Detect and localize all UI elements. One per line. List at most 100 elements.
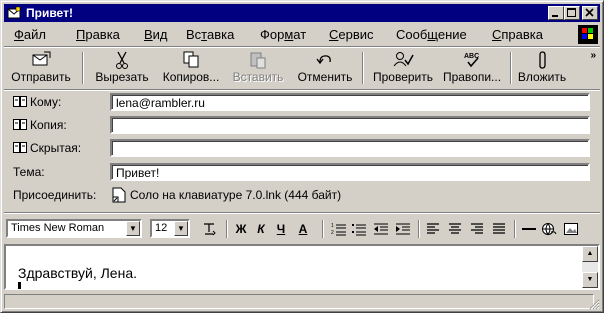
check-names-icon [393, 52, 414, 67]
attachment-list[interactable]: Соло на клавиатуре 7.0.lnk (444 байт) [110, 186, 590, 204]
menu-view[interactable]: Вид [144, 27, 168, 42]
underline-button[interactable]: Ч [272, 221, 290, 237]
attach-row: Присоединить: Соло на клавиатуре 7.0.lnk… [4, 184, 600, 206]
main-toolbar: Отправить Вырезать Копиров... Вставить О… [4, 48, 600, 88]
menu-insert[interactable]: Вставка [186, 27, 234, 42]
to-label[interactable]: Кому: [13, 95, 61, 109]
scroll-up-button[interactable]: ▲ [582, 246, 598, 262]
bold-button[interactable]: Ж [232, 221, 250, 237]
bcc-row: Скрытая: [4, 137, 600, 159]
menu-help[interactable]: Справка [492, 27, 543, 42]
message-text[interactable]: Здравствуй, Лена. [18, 265, 137, 281]
attach-label: Присоединить: [13, 188, 97, 202]
title-bar[interactable]: Привет! [4, 4, 600, 22]
maximize-icon [567, 8, 576, 17]
undo-icon [316, 55, 331, 65]
copy-button[interactable]: Копиров... [158, 48, 224, 88]
style-button[interactable] [200, 221, 218, 237]
format-separator [514, 220, 516, 238]
font-family-select[interactable]: Times New Roman ▼ [6, 219, 142, 238]
justify-button[interactable] [490, 221, 508, 237]
fields-separator [4, 212, 600, 214]
send-button[interactable]: Отправить [8, 48, 74, 88]
copy-icon [183, 51, 199, 68]
italic-button[interactable]: К [252, 221, 270, 237]
subject-label: Тема: [13, 165, 45, 179]
menu-message[interactable]: Сообщение [396, 27, 467, 42]
indent-icon [396, 223, 410, 235]
attachment-name: Соло на клавиатуре 7.0.lnk (444 байт) [130, 188, 342, 202]
horizontal-line-button[interactable] [520, 221, 538, 237]
chevron-down-icon[interactable]: ▼ [174, 221, 188, 236]
menu-format[interactable]: Формат [260, 27, 306, 42]
send-icon [32, 51, 51, 66]
toolbar-overflow-icon[interactable]: » [590, 50, 596, 61]
spelling-icon: ABC [464, 53, 479, 68]
cc-label[interactable]: Копия: [13, 118, 67, 132]
insert-image-button[interactable] [562, 221, 580, 237]
window-title: Привет! [26, 6, 73, 20]
status-text [4, 294, 594, 309]
numbered-list-icon: 12 [331, 223, 346, 236]
minimize-icon [552, 15, 558, 17]
paste-button[interactable]: Вставить [226, 48, 290, 88]
bullet-list-icon [352, 224, 366, 236]
align-center-button[interactable] [446, 221, 464, 237]
decrease-indent-button[interactable] [372, 221, 390, 237]
menu-tools[interactable]: Сервис [329, 27, 374, 42]
picture-icon [564, 223, 578, 235]
message-body[interactable]: Здравствуй, Лена. ▲ ▼ [4, 244, 600, 290]
maximize-button[interactable] [564, 6, 580, 20]
vertical-scrollbar[interactable]: ▲ ▼ [582, 246, 598, 288]
close-icon [585, 8, 594, 17]
windows-logo-icon [578, 25, 598, 44]
paste-icon [250, 52, 266, 69]
menu-file[interactable]: Файл [14, 27, 46, 42]
increase-indent-button[interactable] [394, 221, 412, 237]
address-book-icon [13, 119, 27, 130]
align-left-button[interactable] [424, 221, 442, 237]
font-color-button[interactable]: А [294, 221, 312, 237]
cc-field[interactable] [110, 116, 590, 134]
envelope-icon [7, 6, 21, 19]
to-field[interactable]: lena@rambler.ru [110, 93, 590, 111]
horizontal-line-icon [522, 228, 536, 230]
format-separator [322, 220, 324, 238]
spelling-button[interactable]: ABC Правопи... [438, 48, 506, 88]
scroll-down-button[interactable]: ▼ [582, 272, 598, 288]
address-book-icon [13, 96, 27, 107]
shortcut-file-icon [112, 187, 126, 203]
font-size-select[interactable]: 12 ▼ [150, 219, 190, 238]
insert-link-button[interactable] [540, 221, 558, 237]
align-left-icon [427, 223, 439, 234]
outdent-icon [374, 223, 388, 235]
text-cursor [18, 282, 21, 289]
attach-button[interactable]: Вложить [514, 48, 570, 88]
paragraph-style-icon [204, 223, 216, 236]
mail-window: Привет! Файл Правка Вид Вставка Формат С… [0, 0, 604, 313]
paperclip-icon [539, 51, 546, 69]
justify-icon [493, 223, 505, 234]
format-separator [226, 220, 228, 238]
bcc-field[interactable] [110, 139, 590, 157]
toolbar-separator [362, 52, 364, 84]
bullet-list-button[interactable] [350, 221, 368, 237]
close-button[interactable] [582, 6, 598, 20]
minimize-button[interactable] [548, 6, 564, 20]
to-row: Кому: lena@rambler.ru [4, 91, 600, 113]
arrow-down-icon: ▼ [586, 276, 594, 283]
bcc-label[interactable]: Скрытая: [13, 141, 81, 155]
menu-edit[interactable]: Правка [76, 27, 120, 42]
address-book-icon [13, 142, 27, 153]
align-right-button[interactable] [468, 221, 486, 237]
resize-grip-icon[interactable] [588, 298, 600, 310]
numbered-list-button[interactable]: 12 [330, 221, 348, 237]
subject-field[interactable]: Привет! [110, 163, 590, 181]
subject-row: Тема: Привет! [4, 161, 600, 183]
cut-button[interactable]: Вырезать [90, 48, 154, 88]
undo-button[interactable]: Отменить [292, 48, 358, 88]
check-names-button[interactable]: Проверить [368, 48, 438, 88]
svg-text:2: 2 [331, 230, 334, 236]
chevron-down-icon[interactable]: ▼ [126, 221, 140, 236]
toolbar-separator [82, 52, 84, 84]
